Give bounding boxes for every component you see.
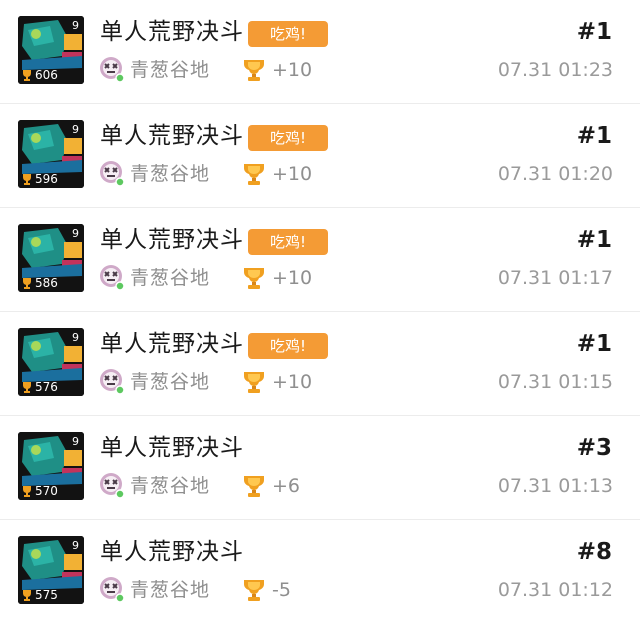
- skull-map-icon: [100, 57, 125, 83]
- trophy-icon: [23, 382, 31, 393]
- battle-log-row[interactable]: 9 586 单人荒野决斗 吃鸡! #1 青葱谷地 +10 07.31 01:17: [0, 208, 640, 312]
- brawler-trophies: 606: [21, 68, 58, 82]
- brawler-trophies: 575: [21, 588, 58, 602]
- mode-title: 单人荒野决斗: [100, 435, 244, 461]
- mode-title: 单人荒野决斗: [100, 123, 244, 149]
- trophy-icon: [23, 70, 31, 81]
- trophy-icon: [23, 590, 31, 601]
- victory-badge: 吃鸡!: [248, 21, 328, 47]
- trophy-icon: [244, 60, 264, 81]
- battle-log-row[interactable]: 9 575 单人荒野决斗 #8 青葱谷地 -5 07.31 01:12: [0, 520, 640, 624]
- map-name: 青葱谷地: [130, 579, 211, 601]
- power-level: 9: [72, 123, 79, 136]
- trophy-change: +10: [272, 267, 313, 289]
- brawler-avatar[interactable]: 9 575: [18, 536, 84, 604]
- brawler-trophies-value: 576: [35, 380, 58, 394]
- trophy-icon: [244, 580, 264, 601]
- mode-title: 单人荒野决斗: [100, 331, 244, 357]
- power-level: 9: [72, 539, 79, 552]
- power-level: 9: [72, 19, 79, 32]
- brawler-trophies-value: 586: [35, 276, 58, 290]
- rank: #3: [576, 435, 612, 461]
- trophy-icon: [244, 268, 264, 289]
- trophy-icon: [244, 372, 264, 393]
- trophy-icon: [23, 278, 31, 289]
- map-name: 青葱谷地: [130, 267, 211, 289]
- map-name: 青葱谷地: [130, 163, 211, 185]
- battle-log-row[interactable]: 9 606 单人荒野决斗 吃鸡! #1 青葱谷地 +10 07.31 01:23: [0, 0, 640, 104]
- battle-log-row[interactable]: 9 576 单人荒野决斗 吃鸡! #1 青葱谷地 +10 07.31 01:15: [0, 312, 640, 416]
- battle-log-row[interactable]: 9 596 单人荒野决斗 吃鸡! #1 青葱谷地 +10 07.31 01:20: [0, 104, 640, 208]
- skull-map-icon: [100, 369, 125, 395]
- skull-map-icon: [100, 265, 125, 291]
- mode-title: 单人荒野决斗: [100, 227, 244, 253]
- power-level: 9: [72, 227, 79, 240]
- brawler-trophies-value: 606: [35, 68, 58, 82]
- trophy-icon: [23, 174, 31, 185]
- brawler-trophies-value: 596: [35, 172, 58, 186]
- map-name: 青葱谷地: [130, 59, 211, 81]
- rank: #1: [576, 331, 612, 357]
- victory-badge: 吃鸡!: [248, 125, 328, 151]
- trophy-change: +10: [272, 163, 313, 185]
- skull-map-icon: [100, 473, 125, 499]
- rank: #8: [576, 539, 612, 565]
- brawler-trophies: 570: [21, 484, 58, 498]
- mode-title: 单人荒野决斗: [100, 19, 244, 45]
- match-time: 07.31 01:20: [497, 163, 613, 185]
- rank: #1: [576, 123, 612, 149]
- brawler-avatar[interactable]: 9 576: [18, 328, 84, 396]
- power-level: 9: [72, 331, 79, 344]
- power-level: 9: [72, 435, 79, 448]
- trophy-icon: [23, 486, 31, 497]
- skull-map-icon: [100, 161, 125, 187]
- victory-badge: 吃鸡!: [248, 333, 328, 359]
- trophy-change: +10: [272, 59, 313, 81]
- trophy-icon: [244, 476, 264, 497]
- trophy-change: +10: [272, 371, 313, 393]
- victory-badge: 吃鸡!: [248, 229, 328, 255]
- map-name: 青葱谷地: [130, 371, 211, 393]
- battle-log-row[interactable]: 9 570 单人荒野决斗 #3 青葱谷地 +6 07.31 01:13: [0, 416, 640, 520]
- trophy-icon: [244, 164, 264, 185]
- brawler-avatar[interactable]: 9 586: [18, 224, 84, 292]
- skull-map-icon: [100, 577, 125, 603]
- rank: #1: [576, 19, 612, 45]
- match-time: 07.31 01:12: [497, 579, 613, 601]
- brawler-trophies-value: 570: [35, 484, 58, 498]
- brawler-avatar[interactable]: 9 596: [18, 120, 84, 188]
- mode-title: 单人荒野决斗: [100, 539, 244, 565]
- battle-log-list: 9 606 单人荒野决斗 吃鸡! #1 青葱谷地 +10 07.31 01:23…: [0, 0, 640, 616]
- brawler-trophies: 586: [21, 276, 58, 290]
- match-time: 07.31 01:17: [497, 267, 613, 289]
- brawler-avatar[interactable]: 9 570: [18, 432, 84, 500]
- trophy-change: +6: [272, 475, 301, 497]
- brawler-trophies: 576: [21, 380, 58, 394]
- match-time: 07.31 01:23: [497, 59, 613, 81]
- trophy-change: -5: [272, 579, 291, 601]
- match-time: 07.31 01:13: [497, 475, 613, 497]
- brawler-trophies-value: 575: [35, 588, 58, 602]
- brawler-trophies: 596: [21, 172, 58, 186]
- rank: #1: [576, 227, 612, 253]
- match-time: 07.31 01:15: [497, 371, 613, 393]
- map-name: 青葱谷地: [130, 475, 211, 497]
- brawler-avatar[interactable]: 9 606: [18, 16, 84, 84]
